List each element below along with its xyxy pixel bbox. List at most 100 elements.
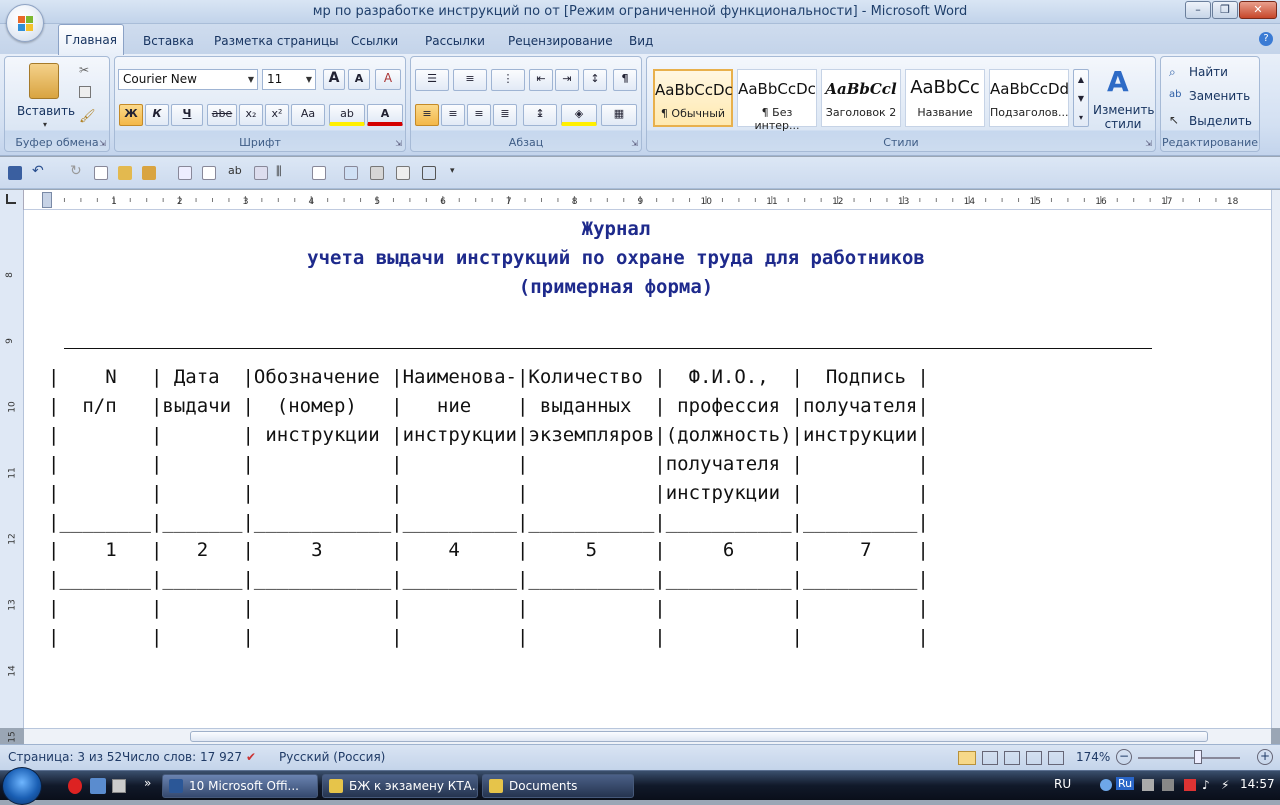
font-name-combo[interactable]: Courier New ▼ [118, 69, 258, 90]
style-normal[interactable]: AaBbCcDc ¶ Обычный [653, 69, 733, 127]
book-icon[interactable] [202, 166, 216, 180]
web-layout-icon[interactable] [1004, 751, 1020, 765]
page-count[interactable]: Страница: 3 из 52 [8, 750, 122, 764]
paste-dropdown-icon[interactable]: ▾ [43, 120, 47, 129]
scroll-thumb[interactable] [190, 731, 1208, 742]
strikethrough-button[interactable]: abe [207, 104, 237, 126]
paste-small-icon[interactable] [142, 166, 156, 180]
align-left-icon[interactable]: ≡ [415, 104, 439, 126]
shading-icon[interactable]: ◈ [561, 104, 597, 126]
numbering-icon[interactable]: ≡ [453, 69, 487, 91]
change-case-button[interactable]: Aa [291, 104, 325, 126]
decrease-indent-icon[interactable]: ⇤ [529, 69, 553, 91]
tab-selector[interactable] [0, 190, 24, 210]
redo-icon[interactable]: ↻ [70, 163, 84, 179]
start-button[interactable] [2, 767, 42, 805]
grow-font-button[interactable]: A [323, 69, 345, 90]
align-center-icon[interactable]: ≡ [441, 104, 465, 126]
borders-icon[interactable]: ▦ [601, 104, 637, 126]
volume-icon[interactable]: ♪ [1202, 778, 1210, 792]
page-icon[interactable] [312, 166, 326, 180]
table-icon[interactable] [254, 166, 268, 180]
minimize-button[interactable]: – [1185, 1, 1211, 19]
style-no-spacing[interactable]: AaBbCcDc ¶ Без интер... [737, 69, 817, 132]
explorer-icon[interactable] [90, 778, 106, 794]
paste-button[interactable]: Вставить [11, 104, 81, 118]
office-button[interactable] [6, 4, 44, 42]
dialog-launcher-icon[interactable]: ⇲ [395, 139, 402, 148]
style-subtitle[interactable]: AaBbCcDd Подзаголов... [989, 69, 1069, 127]
styles-scroll-icon[interactable]: ▲ ▼ ▾ [1073, 69, 1089, 127]
subscript-button[interactable]: x₂ [239, 104, 263, 126]
style-title[interactable]: AaBbCc Название [905, 69, 985, 127]
replace-button[interactable]: Заменить [1189, 89, 1250, 103]
taskbar-item-documents[interactable]: Documents [482, 774, 634, 798]
justify-icon[interactable]: ≣ [493, 104, 517, 126]
draft-icon[interactable] [1048, 751, 1064, 765]
shrink-font-button[interactable]: A [348, 69, 370, 90]
horizontal-ruler[interactable]: 1 2 3 4 5 6 7 8 9 10 11 12 13 14 15 16 17 18 [24, 190, 1271, 210]
new-document-icon[interactable] [94, 166, 108, 180]
tab-mailings[interactable]: Рассылки [425, 32, 485, 54]
tray-icon[interactable] [1184, 779, 1196, 791]
multilevel-list-icon[interactable]: ⋮ [491, 69, 525, 91]
vertical-scrollbar[interactable] [1271, 190, 1280, 728]
tab-view[interactable]: Вид [629, 32, 653, 54]
dialog-launcher-icon[interactable]: ⇲ [99, 139, 106, 148]
zoom-fit-icon[interactable] [422, 166, 436, 180]
maximize-button[interactable]: ❐ [1212, 1, 1238, 19]
network-icon[interactable]: ⚡ [1221, 778, 1229, 792]
help-icon[interactable]: ? [1259, 32, 1273, 46]
font-color-button[interactable]: A [367, 104, 403, 126]
open-icon[interactable] [118, 166, 132, 180]
print-icon[interactable] [370, 166, 384, 180]
change-styles-icon[interactable]: A [1107, 65, 1129, 98]
show-marks-button[interactable]: ¶ [613, 69, 637, 91]
close-button[interactable]: ✕ [1239, 1, 1277, 19]
full-screen-icon[interactable] [982, 751, 998, 765]
zoom-slider[interactable] [1138, 757, 1240, 759]
find-button[interactable]: Найти [1189, 65, 1228, 79]
increase-indent-icon[interactable]: ⇥ [555, 69, 579, 91]
taskbar-item-word[interactable]: 10 Microsoft Offi... [162, 774, 318, 798]
dialog-launcher-icon[interactable]: ⇲ [1145, 139, 1152, 148]
tab-insert[interactable]: Вставка [143, 32, 194, 54]
copy-icon[interactable] [79, 86, 91, 98]
print-preview-icon[interactable] [396, 166, 410, 180]
taskbar-item-doc[interactable]: БЖ к экзамену КТА... [322, 774, 478, 798]
word-count[interactable]: Число слов: 17 927 [122, 750, 242, 764]
spelling-icon[interactable]: ab [228, 164, 242, 178]
cut-icon[interactable]: ✂ [79, 63, 89, 77]
show-more-icon[interactable]: » [144, 776, 151, 790]
change-styles-button[interactable]: Изменить стили [1093, 103, 1155, 131]
customize-toolbar-icon[interactable]: ▾ [450, 166, 464, 180]
superscript-button[interactable]: x² [265, 104, 289, 126]
tray-icon[interactable] [1142, 779, 1154, 791]
paste-icon[interactable] [29, 63, 59, 99]
tray-icon[interactable] [1162, 779, 1174, 791]
outline-icon[interactable] [1026, 751, 1042, 765]
zoom-in-icon[interactable]: + [1257, 749, 1273, 765]
tab-page-layout[interactable]: Разметка страницы [214, 32, 339, 54]
italic-button[interactable]: К [145, 104, 169, 126]
bold-button[interactable]: Ж [119, 104, 143, 126]
save-icon[interactable] [8, 166, 22, 180]
sort-icon[interactable]: ↕ [583, 69, 607, 91]
tray-icon[interactable] [1100, 779, 1112, 791]
horizontal-scrollbar[interactable] [24, 728, 1271, 744]
highlight-button[interactable]: ab [329, 104, 365, 126]
columns-icon[interactable]: ⫼ [276, 164, 290, 178]
font-size-combo[interactable]: 11 ▼ [262, 69, 316, 90]
preview-icon[interactable] [344, 166, 358, 180]
print-layout-icon[interactable] [958, 751, 976, 765]
input-language[interactable]: RU [1054, 777, 1071, 791]
undo-icon[interactable]: ↶ [32, 163, 46, 179]
zoom-slider-thumb[interactable] [1194, 750, 1203, 764]
style-heading-2[interactable]: AaBbCcl Заголовок 2 [821, 69, 901, 127]
tab-review[interactable]: Рецензирование [508, 32, 613, 54]
copy-small-icon[interactable] [178, 166, 192, 180]
ime-indicator[interactable]: Ru [1116, 777, 1135, 790]
bullets-icon[interactable]: ☰ [415, 69, 449, 91]
zoom-level[interactable]: 174% [1076, 750, 1110, 764]
format-painter-icon[interactable]: 🖌 [79, 109, 96, 124]
